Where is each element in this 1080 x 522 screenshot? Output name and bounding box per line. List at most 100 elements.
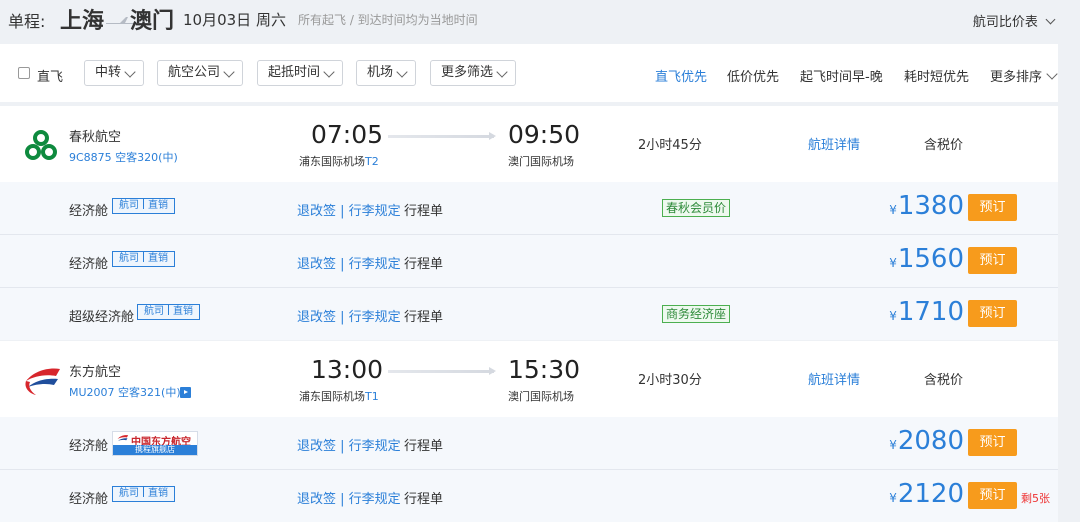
airline-direct-tag: 航司 直销 <box>112 198 175 214</box>
cabin-class: 超级经济舱 <box>69 310 135 325</box>
airline-direct-tag: 航司 直销 <box>112 486 175 502</box>
fare-row: 超级经济舱 航司 直销 退改签 | 行李规定 行程单 商务经济座 ¥1710 预订 <box>0 288 1058 340</box>
route-arrow <box>388 132 496 140</box>
fare-price: ¥2120 <box>889 479 964 509</box>
refund-baggage-rules-link[interactable]: 退改签 | 行李规定 <box>297 488 401 507</box>
departure-time: 07:05 <box>311 120 384 149</box>
travel-date: 10月03日 周六 <box>183 11 286 29</box>
filter-transfer-dropdown[interactable]: 中转 <box>84 60 144 86</box>
filter-airport-dropdown[interactable]: 机场 <box>356 60 416 86</box>
refund-baggage-rules-link[interactable]: 退改签 | 行李规定 <box>297 306 401 325</box>
fare-list: 经济舱 航司 直销 退改签 | 行李规定 行程单 春秋会员价 ¥1380 预订 经… <box>0 182 1058 340</box>
airline-name: 东方航空 <box>69 365 122 380</box>
book-button[interactable]: 预订 <box>968 482 1017 509</box>
cabin-class: 经济舱 <box>69 257 109 272</box>
flight-details-link[interactable]: 航班详情 <box>808 134 860 153</box>
filter-more-dropdown[interactable]: 更多筛选 <box>430 60 516 86</box>
filter-transfer-label: 中转 <box>95 65 122 80</box>
direct-only-checkbox[interactable] <box>18 67 30 79</box>
arrival-time: 15:30 <box>508 355 581 384</box>
fare-price: ¥1560 <box>889 244 964 274</box>
video-icon[interactable] <box>180 387 191 398</box>
chevron-down-icon <box>223 66 235 78</box>
sort-shortest-duration[interactable]: 耗时短优先 <box>904 66 969 85</box>
filter-bar: 直飞 中转 航空公司 起抵时间 机场 更多筛选 直飞优先 低价优先 起飞时间早-… <box>0 44 1058 102</box>
itinerary-label: 行程单 <box>404 257 444 272</box>
china-eastern-flagship-badge: 中国东方航空 携程旗舰店 <box>112 431 198 456</box>
book-button[interactable]: 预订 <box>968 247 1017 274</box>
route-arrow <box>388 367 496 375</box>
cabin-class: 经济舱 <box>69 204 109 219</box>
fare-list: 经济舱 中国东方航空 携程旗舰店 退改签 | 行李规定 行程单 ¥2080 预订… <box>0 417 1058 522</box>
filter-airport-label: 机场 <box>367 65 394 80</box>
fare-row: 经济舱 航司 直销 退改签 | 行李规定 行程单 ¥2120 预订 剩5张 <box>0 470 1058 522</box>
fare-price: ¥2080 <box>889 426 964 456</box>
chevron-down-icon <box>1045 14 1056 25</box>
sort-more-dropdown[interactable]: 更多排序 <box>990 66 1058 85</box>
remaining-tickets-label: 剩5张 <box>1021 492 1050 505</box>
page-header: 单程: 上海 澳门 10月03日 周六 所有起飞 / 到达时间均为当地时间 航司… <box>0 0 1080 38</box>
filter-airline-label: 航空公司 <box>168 65 221 80</box>
airline-direct-tag: 航司 直销 <box>137 304 200 320</box>
fare-row: 经济舱 航司 直销 退改签 | 行李规定 行程单 春秋会员价 ¥1380 预订 <box>0 182 1058 235</box>
fare-row: 经济舱 中国东方航空 携程旗舰店 退改签 | 行李规定 行程单 ¥2080 预订 <box>0 417 1058 470</box>
flight-number[interactable]: MU2007 空客321(中) <box>69 384 181 400</box>
chevron-down-icon <box>323 66 335 78</box>
itinerary-label: 行程单 <box>404 204 444 219</box>
book-button[interactable]: 预订 <box>968 429 1017 456</box>
flight-card: 春秋航空 9C8875 空客320(中) 07:05 浦东国际机场T2 09:5… <box>0 106 1058 340</box>
china-eastern-logo-icon <box>117 435 129 441</box>
flight-details-link[interactable]: 航班详情 <box>808 369 860 388</box>
departure-time: 13:00 <box>311 355 384 384</box>
airline-compare-label: 航司比价表 <box>972 15 1038 30</box>
flight-duration: 2小时45分 <box>638 138 702 153</box>
itinerary-label: 行程单 <box>404 310 444 325</box>
origin-city: 上海 <box>60 9 105 34</box>
trip-type-label: 单程: <box>8 12 46 31</box>
book-button[interactable]: 预订 <box>968 300 1017 327</box>
sort-departure-time[interactable]: 起飞时间早-晚 <box>800 66 883 85</box>
itinerary-label: 行程单 <box>404 439 444 454</box>
flight-summary: 春秋航空 9C8875 空客320(中) 07:05 浦东国际机场T2 09:5… <box>0 106 1058 182</box>
china-eastern-logo-icon <box>25 368 60 395</box>
departure-airport: 浦东国际机场T2 <box>299 155 379 168</box>
airline-compare-dropdown[interactable]: 航司比价表 <box>972 11 1056 30</box>
spring-airlines-logo-icon <box>25 130 57 160</box>
fare-row: 经济舱 航司 直销 退改签 | 行李规定 行程单 ¥1560 预订 <box>0 235 1058 288</box>
arrival-airport: 澳门国际机场 <box>508 390 574 403</box>
refund-baggage-rules-link[interactable]: 退改签 | 行李规定 <box>297 200 401 219</box>
fare-price: ¥1380 <box>889 191 964 221</box>
departure-airport: 浦东国际机场T1 <box>299 390 379 403</box>
tax-included-label: 含税价 <box>924 138 964 153</box>
flight-duration: 2小时30分 <box>638 373 702 388</box>
business-economy-badge: 商务经济座 <box>662 305 731 323</box>
cabin-class: 经济舱 <box>69 492 109 507</box>
filter-more-label: 更多筛选 <box>441 65 494 80</box>
arrival-time: 09:50 <box>508 120 581 149</box>
filter-airline-dropdown[interactable]: 航空公司 <box>157 60 243 86</box>
tax-included-label: 含税价 <box>924 373 964 388</box>
chevron-down-icon <box>396 66 408 78</box>
sort-lowest-price[interactable]: 低价优先 <box>727 66 779 85</box>
chevron-down-icon <box>1046 68 1058 80</box>
cabin-class: 经济舱 <box>69 439 109 454</box>
fare-price: ¥1710 <box>889 297 964 327</box>
direct-only-label[interactable]: 直飞 <box>37 66 63 85</box>
time-note: 所有起飞 / 到达时间均为当地时间 <box>298 13 478 27</box>
filter-time-dropdown[interactable]: 起抵时间 <box>257 60 343 86</box>
sort-direct-first[interactable]: 直飞优先 <box>655 66 707 85</box>
flight-number[interactable]: 9C8875 空客320(中) <box>69 149 178 165</box>
filter-time-label: 起抵时间 <box>268 65 321 80</box>
airline-name: 春秋航空 <box>69 130 122 145</box>
refund-baggage-rules-link[interactable]: 退改签 | 行李规定 <box>297 435 401 454</box>
refund-baggage-rules-link[interactable]: 退改签 | 行李规定 <box>297 253 401 272</box>
destination-city: 澳门 <box>130 9 175 34</box>
sort-more-label: 更多排序 <box>990 70 1043 85</box>
flight-summary: 东方航空 MU2007 空客321(中) 13:00 浦东国际机场T1 15:3… <box>0 341 1058 417</box>
airline-direct-tag: 航司 直销 <box>112 251 175 267</box>
itinerary-label: 行程单 <box>404 492 444 507</box>
arrival-airport: 澳门国际机场 <box>508 155 574 168</box>
book-button[interactable]: 预订 <box>968 194 1017 221</box>
member-price-badge: 春秋会员价 <box>662 199 731 217</box>
chevron-down-icon <box>496 66 508 78</box>
